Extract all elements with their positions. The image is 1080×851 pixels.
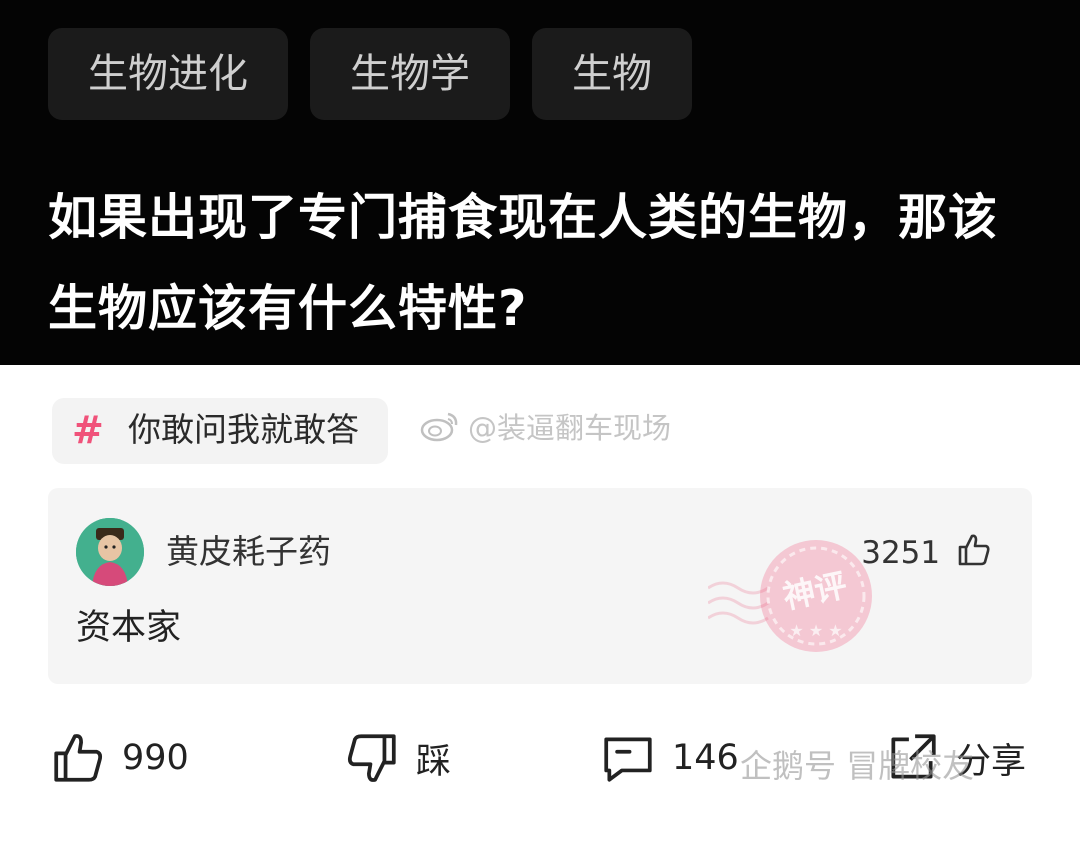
topic-chip[interactable]: # 你敢问我就敢答 (52, 398, 388, 464)
comment-icon (604, 737, 652, 782)
tag-biological-evolution[interactable]: 生物进化 (48, 28, 288, 120)
top-comment-card: 黄皮耗子药 3251 资本家 神评 ★ ★ ★ (48, 488, 1032, 684)
avatar[interactable] (76, 518, 144, 586)
thumbs-down-icon (347, 734, 396, 782)
question-title: 如果出现了专门捕食现在人类的生物，那该生物应该有什么特性? (48, 189, 999, 337)
tag-biology[interactable]: 生物学 (310, 28, 510, 120)
dislike-label: 踩 (416, 741, 452, 782)
comment-username[interactable]: 黄皮耗子药 (166, 532, 331, 572)
like-count: 990 (122, 738, 189, 778)
comment-content: 资本家 (76, 608, 182, 648)
comment-count: 146 (672, 738, 739, 778)
like-button[interactable]: 990 (50, 718, 189, 798)
watermark-bottom: 企鹅号 冒牌校友 (740, 747, 975, 785)
question-header: 生物进化 生物学 生物 如果出现了专门捕食现在人类的生物，那该生物应该有什么特性… (0, 0, 1080, 365)
dislike-button[interactable]: 踩 (344, 718, 451, 798)
watermark-top: @装逼翻车现场 (420, 410, 671, 446)
thumbs-up-icon (54, 734, 103, 782)
god-comment-stamp: 神评 ★ ★ ★ (708, 540, 872, 652)
watermark-top-text: @装逼翻车现场 (468, 411, 672, 445)
weibo-icon (420, 410, 460, 450)
thumbs-up-icon (958, 534, 990, 566)
topic-label: 你敢问我就敢答 (128, 410, 359, 449)
svg-text:★ ★ ★: ★ ★ ★ (789, 621, 842, 640)
comment-like-button[interactable]: 3251 (861, 532, 992, 573)
hashtag-icon: # (72, 408, 104, 452)
comment-button[interactable]: 146 (600, 718, 739, 798)
tag-organism[interactable]: 生物 (532, 28, 692, 120)
